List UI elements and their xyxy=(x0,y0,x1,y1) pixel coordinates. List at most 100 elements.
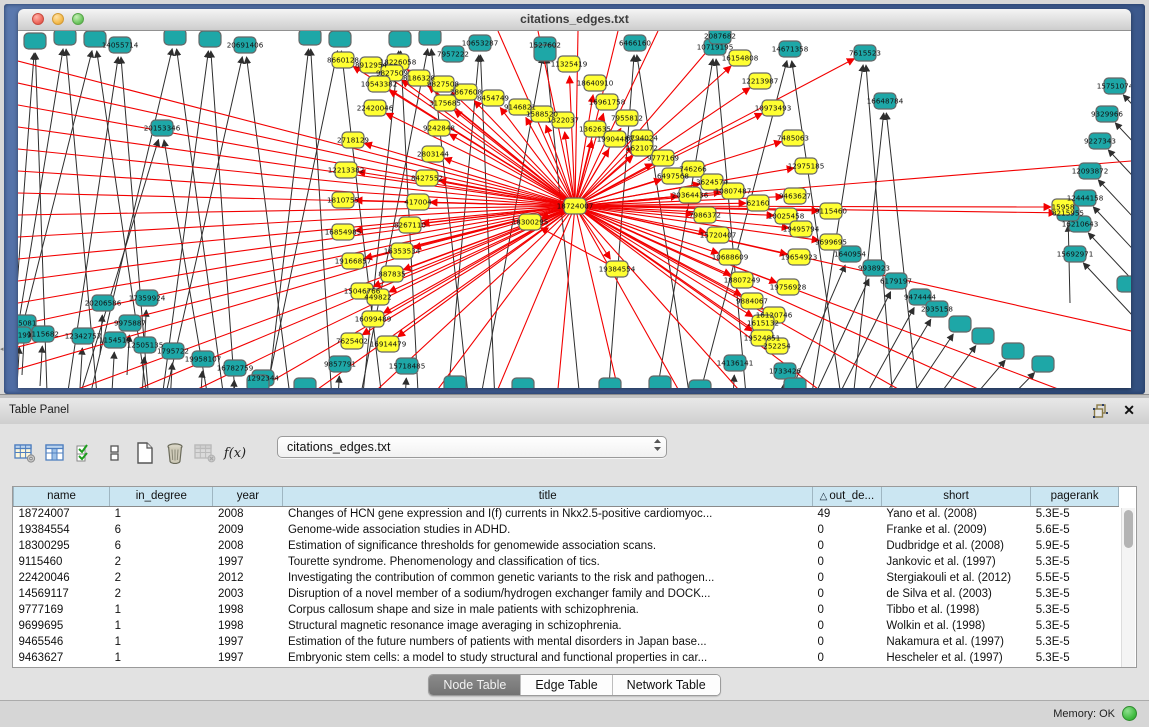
network-edge[interactable] xyxy=(80,348,82,388)
tab-node-table[interactable]: Node Table xyxy=(429,675,521,695)
table-row[interactable]: 1872400712008Changes of HCN gene express… xyxy=(14,506,1119,522)
show-columns-button[interactable] xyxy=(40,440,70,466)
network-node[interactable] xyxy=(419,31,441,45)
network-node-label: 10543382 xyxy=(361,80,398,89)
network-edge[interactable] xyxy=(1123,95,1131,148)
network-node[interactable] xyxy=(54,31,76,45)
tab-edge-table[interactable]: Edge Table xyxy=(521,675,612,695)
table-row[interactable]: 1830029562008Estimation of significance … xyxy=(14,538,1119,554)
column-header-indegree[interactable]: in_degree xyxy=(110,487,213,506)
memory-ok-indicator[interactable] xyxy=(1122,706,1137,721)
network-edge[interactable] xyxy=(18,171,575,206)
delete-table-button[interactable] xyxy=(160,440,190,466)
network-edge[interactable] xyxy=(211,51,239,388)
network-node[interactable] xyxy=(512,378,534,388)
network-edge[interactable] xyxy=(732,375,734,388)
network-edge[interactable] xyxy=(112,352,114,388)
table-cell: 9465546 xyxy=(14,634,110,650)
table-row[interactable]: 946362711997Embryonic stem cells: a mode… xyxy=(14,650,1119,666)
window-titlebar[interactable]: citations_edges.txt xyxy=(18,9,1131,31)
network-edge[interactable] xyxy=(200,371,202,388)
vertical-scrollbar[interactable] xyxy=(1121,508,1135,667)
network-edge[interactable] xyxy=(337,376,339,388)
network-edge[interactable] xyxy=(18,347,19,387)
close-panel-icon[interactable]: ✕ xyxy=(1123,402,1135,418)
network-node[interactable] xyxy=(329,31,351,47)
table-row[interactable]: 969969511998Structural magnetic resonanc… xyxy=(14,618,1119,634)
column-header-outde[interactable]: △out_de... xyxy=(812,487,881,506)
row-height-button[interactable] xyxy=(100,440,130,466)
network-node[interactable] xyxy=(444,376,466,388)
network-node[interactable] xyxy=(599,378,621,388)
network-node[interactable] xyxy=(784,378,806,388)
network-edge[interactable] xyxy=(18,105,575,206)
table-row[interactable]: 2242004622012Investigating the contribut… xyxy=(14,570,1119,586)
network-edge[interactable] xyxy=(18,206,575,281)
network-node-label: 9699695 xyxy=(815,238,847,247)
table-row[interactable]: 911546021997Tourette syndrome. Phenomeno… xyxy=(14,554,1119,570)
function-builder-button[interactable]: f(x) xyxy=(220,440,250,466)
network-node[interactable] xyxy=(1117,276,1131,292)
table-settings-button[interactable] xyxy=(10,440,40,466)
network-node[interactable] xyxy=(294,378,316,388)
tab-network-table[interactable]: Network Table xyxy=(613,675,720,695)
column-header-title[interactable]: title xyxy=(283,487,813,506)
network-edge[interactable] xyxy=(811,292,891,388)
network-node[interactable] xyxy=(1002,343,1024,359)
select-arrows-icon xyxy=(648,438,666,457)
network-edge[interactable] xyxy=(575,95,593,206)
network-node[interactable] xyxy=(1032,356,1054,372)
network-canvas[interactable]: 1405571420691406106532871527602646616010… xyxy=(18,31,1131,388)
scrollbar-thumb[interactable] xyxy=(1124,510,1133,548)
network-window[interactable]: citations_edges.txt 14055714206914061065… xyxy=(18,9,1131,388)
network-edge[interactable] xyxy=(155,51,208,388)
column-header-name[interactable]: name xyxy=(14,487,110,506)
table-row[interactable]: 946554611997Estimation of the future num… xyxy=(14,634,1119,650)
network-edge[interactable] xyxy=(886,113,923,388)
network-edge[interactable] xyxy=(261,49,309,388)
network-edge[interactable] xyxy=(558,206,575,388)
network-edge[interactable] xyxy=(1098,180,1131,233)
node-table[interactable]: namein_degreeyeartitle△out_de...shortpag… xyxy=(12,486,1137,668)
table-row[interactable]: 1456911722003Disruption of a novel membe… xyxy=(14,586,1119,602)
network-node[interactable] xyxy=(389,31,411,47)
table-row[interactable]: 977716911998Corpus callosum shape and si… xyxy=(14,602,1119,618)
table-row[interactable]: 1938455462009Genome-wide association stu… xyxy=(14,522,1119,538)
status-bar: Memory: OK xyxy=(0,700,1149,727)
network-edge[interactable] xyxy=(1068,225,1070,303)
network-edge[interactable] xyxy=(40,346,42,386)
network-node[interactable] xyxy=(689,380,711,388)
network-node-label: 16210643 xyxy=(1062,220,1099,229)
network-edge[interactable] xyxy=(1093,207,1131,260)
network-edge[interactable] xyxy=(575,161,1131,206)
network-node[interactable] xyxy=(199,31,221,47)
network-edge[interactable] xyxy=(866,65,897,388)
sort-ascending-icon: △ xyxy=(820,491,828,502)
network-edge[interactable] xyxy=(541,228,617,269)
table-cell: 0 xyxy=(812,602,881,618)
network-select[interactable]: citations_edges.txt xyxy=(277,436,667,458)
float-window-icon[interactable] xyxy=(1093,403,1109,419)
column-header-year[interactable]: year xyxy=(213,487,283,506)
network-edge[interactable] xyxy=(898,346,976,388)
network-edge[interactable] xyxy=(232,380,234,388)
import-table-disabled-button[interactable] xyxy=(190,440,220,466)
network-node[interactable] xyxy=(164,31,186,45)
network-edge[interactable] xyxy=(1115,123,1131,176)
network-node[interactable] xyxy=(649,376,671,388)
network-node[interactable] xyxy=(24,33,46,49)
network-edge[interactable] xyxy=(875,334,953,388)
network-edge[interactable] xyxy=(404,378,406,388)
panel-collapse-handle-icon[interactable]: ◂ xyxy=(0,345,4,354)
network-node[interactable] xyxy=(299,31,321,45)
network-node[interactable] xyxy=(972,328,994,344)
network-edge[interactable] xyxy=(18,61,575,206)
select-rows-button[interactable] xyxy=(70,440,100,466)
column-header-short[interactable]: short xyxy=(881,487,1030,506)
column-header-pagerank[interactable]: pagerank xyxy=(1031,487,1119,506)
network-edge[interactable] xyxy=(18,193,575,206)
network-node[interactable] xyxy=(949,316,971,332)
new-table-button[interactable] xyxy=(130,440,160,466)
network-edge[interactable] xyxy=(1108,150,1131,203)
network-edge[interactable] xyxy=(311,49,335,388)
